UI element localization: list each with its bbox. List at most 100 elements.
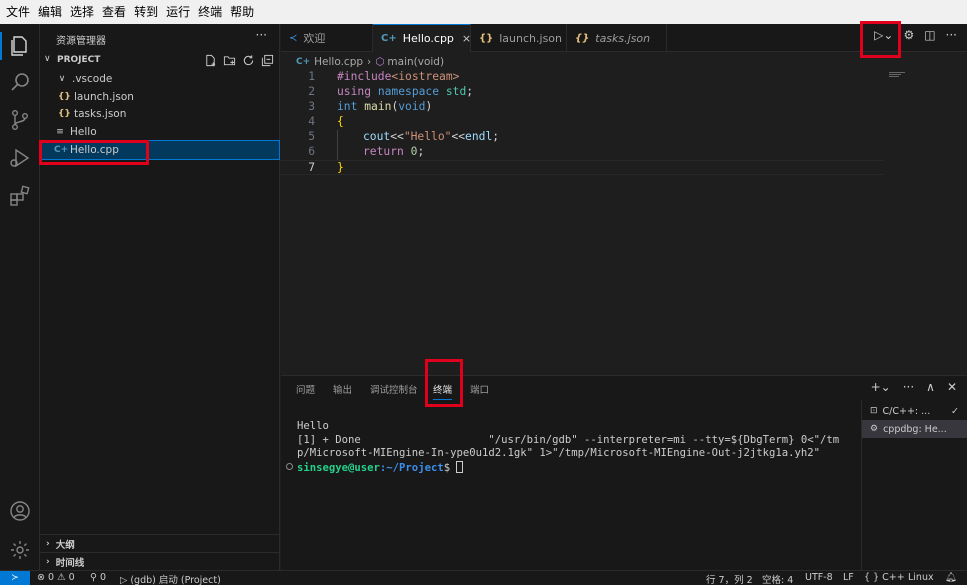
refresh-icon[interactable]: [242, 54, 255, 67]
ports-status[interactable]: ⚲ 0: [90, 572, 106, 583]
more-actions-icon[interactable]: ···: [256, 28, 267, 42]
json-icon: {}: [58, 92, 71, 102]
menu-run[interactable]: 运行: [166, 0, 190, 24]
highlight-terminal-tab: [425, 359, 463, 407]
tree-item-tasks-json[interactable]: {} tasks.json: [40, 105, 279, 123]
platform[interactable]: Linux: [908, 572, 934, 583]
manage-gear-icon[interactable]: [8, 538, 32, 562]
tab-label: 欢迎: [303, 32, 326, 45]
vscode-icon: ≺: [289, 32, 298, 44]
source-control-icon[interactable]: [8, 108, 32, 132]
line-number: 3: [308, 100, 315, 113]
project-label: PROJECT: [57, 55, 101, 65]
terminal-item-cppdbg[interactable]: ⚙ cppdbg: He...: [862, 420, 967, 438]
tree-item-vscode-folder[interactable]: ∨ .vscode: [40, 70, 279, 88]
code-line: }: [337, 161, 344, 174]
account-icon[interactable]: [8, 499, 32, 523]
breadcrumb: C+ Hello.cpp › ⬡ main(void): [296, 53, 444, 71]
panel-tab-problems[interactable]: 问题: [296, 382, 315, 396]
problems-status[interactable]: ⊗ 0 ⚠ 0: [37, 572, 75, 583]
tab-launch-json[interactable]: {} launch.json: [471, 24, 567, 52]
menu-file[interactable]: 文件: [6, 0, 30, 24]
explorer-title: 资源管理器: [56, 36, 106, 47]
indentation[interactable]: 空格: 4: [762, 572, 793, 585]
json-icon: {}: [479, 32, 494, 44]
tree-item-launch-json[interactable]: {} launch.json: [40, 88, 279, 106]
outline-section[interactable]: › 大纲: [40, 534, 279, 552]
terminal-item-cpp-build[interactable]: ⊡ C/C++: ... ✓: [862, 402, 967, 420]
project-section-header[interactable]: ∨ PROJECT: [40, 52, 280, 70]
terminal-line: [1] + Done "/usr/bin/gdb" --interpreter=…: [297, 433, 840, 446]
terminal-prompt: sinsegye@user:~/Project$: [297, 460, 839, 476]
tree-item-label: Hello: [70, 126, 97, 138]
terminal-output[interactable]: Hello [1] + Done "/usr/bin/gdb" --interpr…: [297, 420, 839, 475]
chevron-down-icon: ∨: [44, 54, 51, 64]
terminal-item-label: C/C++: ...: [882, 405, 931, 417]
code-line: #include<iostream>: [337, 70, 460, 83]
end-of-line[interactable]: LF: [843, 572, 854, 583]
debug-launch-status[interactable]: ▷ (gdb) 启动 (Project): [120, 572, 221, 585]
menu-terminal[interactable]: 终端: [198, 0, 222, 24]
close-icon[interactable]: ×: [462, 32, 471, 45]
command-decoration-icon[interactable]: [286, 463, 293, 470]
new-file-icon[interactable]: [204, 54, 217, 67]
terminal-item-label: cppdbg: He...: [883, 423, 947, 435]
debug-icon: ⚙: [870, 424, 879, 434]
code-line: using namespace std;: [337, 85, 474, 98]
extensions-icon[interactable]: [8, 184, 32, 208]
more-actions-icon[interactable]: ···: [946, 28, 957, 42]
tab-tasks-json[interactable]: {} tasks.json: [567, 24, 667, 52]
menu-edit[interactable]: 编辑: [38, 0, 62, 24]
menu-help[interactable]: 帮助: [230, 0, 254, 24]
breadcrumb-symbol[interactable]: main(void): [387, 56, 444, 68]
terminal-icon: ⊡: [870, 406, 878, 416]
more-actions-icon[interactable]: ···: [903, 380, 914, 394]
tree-item-hello[interactable]: ≡ Hello: [40, 123, 279, 141]
encoding[interactable]: UTF-8: [805, 572, 833, 583]
notifications-bell-icon[interactable]: 🔔︎: [945, 572, 957, 583]
explorer-icon[interactable]: [8, 34, 32, 58]
remote-indicator-icon[interactable]: ≻: [0, 571, 30, 585]
menu-go[interactable]: 转到: [134, 0, 158, 24]
run-debug-icon[interactable]: [8, 146, 32, 170]
cpp-icon: C+: [296, 57, 311, 67]
search-icon[interactable]: [8, 70, 32, 94]
outline-label: 大纲: [55, 539, 75, 551]
language-mode[interactable]: { } C++: [864, 572, 905, 583]
collapse-all-icon[interactable]: [261, 54, 274, 67]
code-line: return 0;: [363, 145, 425, 158]
settings-gear-icon[interactable]: ⚙: [903, 28, 914, 42]
highlight-run-button: [860, 21, 901, 58]
code-line: int main(void): [337, 100, 433, 113]
split-editor-icon[interactable]: ◫: [924, 28, 935, 42]
highlight-hello-cpp: [39, 140, 149, 165]
panel-tab-output[interactable]: 输出: [333, 382, 352, 396]
minimap[interactable]: [889, 72, 907, 78]
maximize-panel-icon[interactable]: ∧: [926, 380, 935, 394]
json-icon: {}: [575, 32, 590, 44]
panel-tab-ports[interactable]: 端口: [470, 382, 489, 396]
close-panel-icon[interactable]: ✕: [947, 380, 957, 394]
activity-bar: [0, 24, 40, 570]
line-number: 2: [308, 85, 315, 98]
terminal-line: p/Microsoft-MIEngine-In-ype0u1d2.1gk" 1>…: [297, 447, 820, 459]
panel-tab-debug-console[interactable]: 调试控制台: [370, 382, 418, 396]
symbol-method-icon: ⬡: [375, 56, 385, 68]
menu-view[interactable]: 查看: [102, 0, 126, 24]
timeline-section[interactable]: › 时间线: [40, 552, 279, 570]
code-editor[interactable]: 1 #include<iostream> 2 using namespace s…: [281, 70, 884, 376]
tab-hello-cpp[interactable]: C+ Hello.cpp ×: [373, 24, 471, 52]
cursor-position[interactable]: 行 7，列 2: [706, 572, 753, 585]
tab-label: launch.json: [499, 31, 562, 45]
breadcrumb-file[interactable]: Hello.cpp: [314, 56, 363, 68]
tab-welcome[interactable]: ≺ 欢迎: [281, 24, 373, 52]
new-terminal-plus-icon[interactable]: +⌄: [871, 380, 891, 394]
line-number: 4: [308, 115, 315, 128]
line-number: 1: [308, 70, 315, 83]
menu-selection[interactable]: 选择: [70, 0, 94, 24]
chevron-right-icon: ›: [367, 56, 372, 68]
status-bar: ≻ ⊗ 0 ⚠ 0 ⚲ 0 ▷ (gdb) 启动 (Project) 行 7，列…: [0, 570, 967, 585]
new-folder-icon[interactable]: [223, 54, 236, 67]
line-number: 5: [308, 130, 315, 143]
code-line: cout<<"Hello"<<endl;: [363, 130, 500, 143]
